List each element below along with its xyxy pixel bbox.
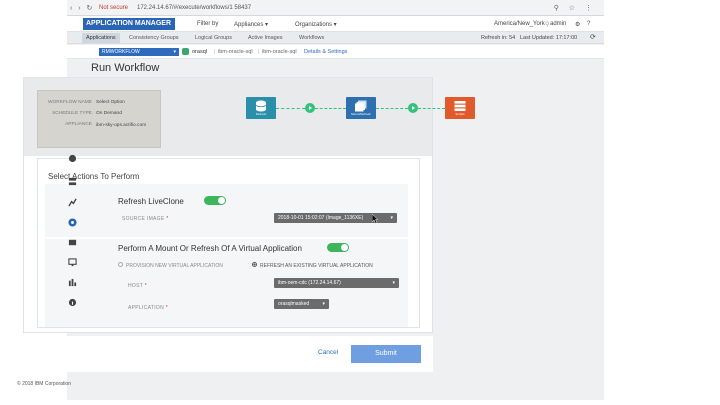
refresh-icon[interactable]: ⟳ (590, 33, 596, 41)
workflow-select[interactable]: RMWORKFLOW ▾ (99, 48, 179, 56)
toolbar-host-1: ibm-oracle-sql (218, 49, 253, 55)
browser-nav-icons[interactable]: ‹ › ↻ (70, 4, 94, 12)
source-image-label: SOURCE IMAGE * (122, 216, 169, 222)
details-settings-link[interactable]: Details & Settings (304, 49, 347, 55)
separator: | (258, 49, 260, 55)
database-icon (255, 100, 267, 112)
browser-actions-icons[interactable]: ⚲ ☆ ⋮ (554, 4, 596, 12)
host-select[interactable]: ibm-oem-cdc (172.24.14.67) ▾ (274, 278, 399, 288)
folder-icon[interactable] (68, 238, 77, 247)
storage-icon[interactable] (68, 177, 77, 186)
refresh-countdown: Refresh in: 54 (481, 35, 516, 41)
browser-address-bar: ‹ › ↻ Not secure 172.24.14.67/#/execute/… (67, 0, 604, 16)
user-name[interactable]: admin (550, 21, 566, 27)
sub-navigation: Applications Consistency Groups Logical … (67, 32, 604, 44)
refresh-liveclone-title: Refresh LiveClone (118, 197, 184, 206)
application-value: orasqlmasked (278, 301, 310, 307)
chevron-down-icon: ▾ (173, 49, 176, 55)
radio-on-icon (252, 262, 257, 268)
connector-line (376, 108, 408, 109)
source-image-value: 2018-10-01 15:02:07 (Image_1136XE) (278, 215, 364, 221)
stack-icon (454, 101, 466, 111)
help-icon[interactable]: ? (587, 21, 590, 27)
info-icon[interactable] (68, 298, 77, 307)
url-text[interactable]: 172.24.14.67/#/execute/workflows/1 58437 (137, 5, 251, 11)
tab-workflows[interactable]: Workflows (299, 35, 324, 41)
mount-title: Perform A Mount Or Refresh Of A Virtual … (118, 244, 302, 253)
organizations-menu[interactable]: Organizations ▾ (295, 21, 337, 28)
host-label: HOST * (128, 283, 147, 289)
refresh-section (45, 184, 408, 237)
tab-consistency-groups[interactable]: Consistency Groups (129, 35, 179, 41)
radio-provision[interactable]: PROVISION NEW VIRTUAL APPLICATION (118, 262, 223, 269)
workflow-summary-box: WORKFLOW NAME Select Option SCHEDULE TYP… (37, 90, 161, 148)
mouse-cursor-icon (372, 214, 379, 224)
summary-value: On Demand (96, 111, 122, 116)
summary-value: Select Option (96, 100, 125, 105)
dashboard-icon[interactable] (68, 154, 77, 163)
summary-key: WORKFLOW NAME (48, 100, 92, 105)
app-header: APPLICATION MANAGER Filter by Appliances… (67, 16, 604, 32)
actions-title: Select Actions To Perform (48, 172, 140, 181)
connector-line (276, 108, 305, 109)
shield-icon (182, 48, 189, 55)
node-caption: Mount/Refresh (351, 112, 371, 116)
copyright-text: © 2018 IBM Corporation (17, 381, 71, 387)
submit-button[interactable]: Submit (351, 345, 421, 363)
refresh-liveclone-toggle[interactable] (204, 196, 226, 205)
application-select[interactable]: orasqlmasked ▾ (274, 299, 329, 309)
summary-key: SCHEDULE TYPE (52, 111, 92, 116)
play-icon (408, 103, 418, 113)
radio-refresh-existing[interactable]: REFRESH AN EXISTING VIRTUAL APPLICATION (252, 262, 373, 269)
last-updated: Last Updated: 17:17:00 (520, 35, 578, 41)
tab-logical-groups[interactable]: Logical Groups (195, 35, 232, 41)
workflow-node-mount: Mount/Refresh (346, 97, 376, 119)
node-caption: Refresh (255, 112, 267, 116)
filter-by-label: Filter by (197, 21, 219, 27)
not-secure-label: Not secure (99, 5, 129, 11)
workflow-node-scripts: Scripts (445, 97, 475, 119)
separator: | (214, 49, 216, 55)
cancel-button[interactable]: Cancel (318, 349, 338, 356)
app-manager-icon[interactable] (68, 218, 77, 227)
workflow-select-value: RMWORKFLOW (102, 49, 140, 55)
app-logo: APPLICATION MANAGER (83, 18, 175, 30)
summary-value: ibm-sky-ops.actifio.com (96, 123, 147, 128)
copies-icon (355, 100, 367, 112)
host-value: ibm-oem-cdc (172.24.14.67) (278, 280, 341, 286)
timezone-label: America/New_York (494, 21, 545, 27)
summary-key: APPLIANCE (65, 122, 92, 127)
connector-line (418, 108, 445, 109)
chevron-down-icon: ▾ (392, 280, 395, 286)
node-caption: Scripts (455, 112, 465, 116)
user-icon[interactable]: ⚲ (545, 21, 549, 28)
chart-icon[interactable] (68, 198, 77, 207)
tab-applications[interactable]: Applications (82, 33, 120, 43)
connector-line (315, 108, 346, 109)
chevron-down-icon: ▾ (322, 301, 325, 307)
toolbar-app-name: orasql (192, 49, 207, 55)
monitor-icon[interactable] (68, 258, 77, 267)
page-title: Run Workflow (91, 62, 160, 74)
workflow-toolbar: RMWORKFLOW ▾ orasql | ibm-oracle-sql | i… (67, 45, 604, 59)
chevron-down-icon: ▾ (390, 215, 393, 221)
radio-off-icon (118, 262, 123, 268)
tab-active-images[interactable]: Active Images (248, 35, 283, 41)
toolbar-host-2: ibm-oracle-sql (262, 49, 297, 55)
mount-toggle[interactable] (327, 243, 349, 252)
appliances-menu[interactable]: Appliances ▾ (234, 21, 268, 28)
settings-icon[interactable]: ⚙ (575, 21, 580, 28)
reports-icon[interactable] (68, 278, 77, 287)
workflow-node-refresh: Refresh (246, 97, 276, 119)
play-icon (305, 103, 315, 113)
application-label: APPLICATION * (128, 305, 168, 311)
